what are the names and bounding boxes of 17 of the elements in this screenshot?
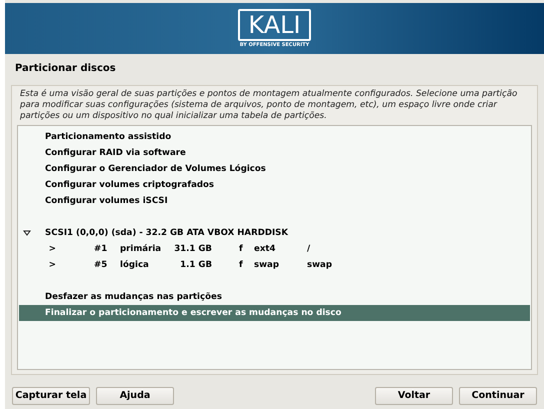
list-item[interactable]: Configurar volumes criptografados [19, 177, 530, 193]
dialog-button[interactable]: Ajuda [96, 387, 174, 405]
list-item[interactable]: Finalizar o particionamento e escrever as mudanças no disco [19, 305, 530, 321]
list-item[interactable]: Configurar volumes iSCSI [19, 193, 530, 209]
description: Esta é uma visão geral de suas partições e pontos de montagem atualmente configurados. Selecione uma partição para modificar suas configurações (sistema de arquivos, ponto de montagem, etc), um espaço livre onde criar partições ou um dispositivo no qual inicializar uma tabela de partições. [19, 88, 518, 123]
list-item[interactable]: Desfazer as mudanças nas partições [19, 289, 530, 305]
disk-item[interactable]: SCSI1 (0,0,0) (sda) - 32.2 GB ATA VBOX HARDDISK [19, 225, 530, 241]
list-item[interactable]: Configurar RAID via software [19, 145, 530, 161]
page-title: Particionar discos [14, 62, 117, 76]
partition-row[interactable]: > #1 primária 31.1 GB f ext4 / [19, 241, 530, 257]
dialog-button[interactable]: Continuar [459, 387, 537, 405]
partition-row[interactable]: > #5 lógica 1.1 GB f swap swap [19, 257, 530, 273]
list-item[interactable]: Particionamento assistido [19, 129, 530, 145]
list-item[interactable]: Configurar o Gerenciador de Volumes Lógicos [19, 161, 530, 177]
dialog-button[interactable]: Capturar tela [12, 387, 90, 405]
dialog-button[interactable]: Voltar [375, 387, 453, 405]
logo: KALI [238, 9, 311, 41]
